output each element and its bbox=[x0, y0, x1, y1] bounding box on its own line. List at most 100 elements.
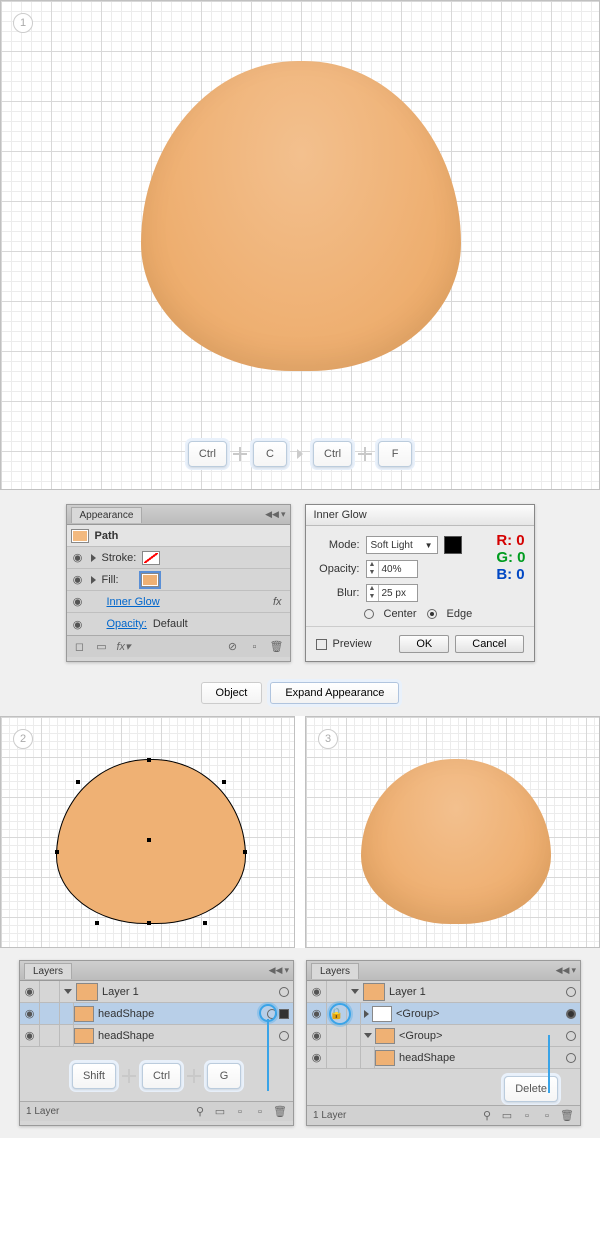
visibility-icon[interactable]: ◉ bbox=[307, 1047, 327, 1068]
inner-glow-title: Inner Glow bbox=[306, 505, 534, 526]
visibility-icon[interactable]: ◉ bbox=[71, 618, 85, 631]
layer-thumb[interactable] bbox=[372, 1006, 392, 1022]
radio-edge[interactable] bbox=[427, 609, 437, 619]
appearance-tab[interactable]: Appearance bbox=[71, 507, 143, 523]
fx-menu-icon[interactable]: fx▾ bbox=[117, 640, 131, 654]
visibility-icon[interactable]: ◉ bbox=[307, 981, 327, 1002]
target-icon[interactable] bbox=[279, 987, 289, 997]
key-ctrl: Ctrl bbox=[188, 441, 227, 467]
glow-color-swatch[interactable] bbox=[444, 536, 462, 554]
inner-glow-effect-link[interactable]: Inner Glow bbox=[107, 596, 160, 608]
target-icon[interactable] bbox=[566, 1053, 576, 1063]
layer-name[interactable]: headShape bbox=[395, 1052, 455, 1064]
panel-collapse-icon[interactable]: ◀◀▾ bbox=[269, 965, 289, 976]
panel-collapse-icon[interactable]: ◀◀▾ bbox=[556, 965, 576, 976]
expand-icon[interactable] bbox=[364, 1010, 369, 1018]
key-ctrl: Ctrl bbox=[142, 1063, 181, 1089]
layer-name[interactable]: Layer 1 bbox=[98, 986, 139, 998]
layer-thumb[interactable] bbox=[363, 983, 385, 1001]
head-shape-filled bbox=[361, 759, 551, 924]
trash-icon[interactable]: 🗑 bbox=[560, 1109, 574, 1123]
visibility-icon[interactable]: ◉ bbox=[71, 551, 85, 564]
target-icon[interactable] bbox=[566, 1031, 576, 1041]
fx-icon: fx bbox=[273, 596, 286, 608]
layer-name[interactable]: <Group> bbox=[395, 1030, 442, 1042]
path-swatch[interactable] bbox=[71, 529, 89, 543]
layer-name[interactable]: Layer 1 bbox=[385, 986, 426, 998]
blur-spinner[interactable]: ▲▼25 px bbox=[366, 584, 418, 602]
visibility-icon[interactable]: ◉ bbox=[71, 573, 85, 586]
expand-icon[interactable] bbox=[91, 554, 96, 562]
opacity-link[interactable]: Opacity: bbox=[107, 618, 147, 630]
layer-thumb[interactable] bbox=[375, 1050, 395, 1066]
opacity-spinner[interactable]: ▲▼40% bbox=[366, 560, 418, 578]
opacity-value: Default bbox=[153, 618, 188, 630]
canvas-step-3: 3 bbox=[305, 716, 600, 948]
locate-icon[interactable]: ⚲ bbox=[480, 1109, 494, 1123]
plus-icon bbox=[122, 1069, 136, 1083]
key-g: G bbox=[207, 1063, 241, 1089]
new-layer-icon[interactable]: ▫ bbox=[540, 1109, 554, 1123]
visibility-icon[interactable]: ◉ bbox=[307, 1025, 327, 1046]
new-icon[interactable]: ▫ bbox=[248, 640, 262, 654]
edge-label: Edge bbox=[447, 608, 473, 620]
plus-icon bbox=[358, 447, 372, 461]
blend-mode-select[interactable]: Soft Light▼ bbox=[366, 536, 438, 554]
head-shape bbox=[141, 61, 461, 371]
layer-name[interactable]: headShape bbox=[94, 1030, 154, 1042]
make-clip-icon[interactable]: ▭ bbox=[500, 1109, 514, 1123]
new-sublayer-icon[interactable]: ▫ bbox=[520, 1109, 534, 1123]
menu-object[interactable]: Object bbox=[201, 682, 263, 704]
layer-thumb[interactable] bbox=[375, 1028, 395, 1044]
visibility-icon[interactable]: ◉ bbox=[20, 1025, 40, 1046]
inner-glow-dialog: Inner Glow R: 0 G: 0 B: 0 Mode: Soft Lig… bbox=[305, 504, 535, 662]
target-icon[interactable] bbox=[279, 1031, 289, 1041]
step-badge-1: 1 bbox=[13, 13, 33, 33]
stroke-box-icon[interactable]: ▭ bbox=[95, 640, 109, 654]
visibility-icon[interactable]: ◉ bbox=[307, 1003, 327, 1024]
ok-button[interactable]: OK bbox=[399, 635, 449, 653]
clear-icon[interactable]: ⊘ bbox=[226, 640, 240, 654]
visibility-icon[interactable]: ◉ bbox=[71, 595, 85, 608]
preview-checkbox[interactable] bbox=[316, 639, 327, 650]
layer-count: 1 Layer bbox=[313, 1110, 346, 1121]
panel-collapse-icon[interactable]: ◀◀▾ bbox=[265, 509, 285, 520]
no-sel-icon[interactable]: ◻ bbox=[73, 640, 87, 654]
target-meatball-icon[interactable] bbox=[566, 1009, 576, 1019]
blur-label: Blur: bbox=[316, 587, 360, 599]
canvas-step-2: 2 bbox=[0, 716, 295, 948]
lock-icon[interactable] bbox=[40, 981, 60, 1002]
layer-thumb[interactable] bbox=[74, 1006, 94, 1022]
trash-icon[interactable]: 🗑 bbox=[270, 640, 284, 654]
new-layer-icon[interactable]: ▫ bbox=[253, 1105, 267, 1119]
key-shift: Shift bbox=[72, 1063, 116, 1089]
layer-name[interactable]: headShape bbox=[94, 1008, 154, 1020]
expand-icon[interactable] bbox=[64, 989, 72, 994]
appearance-body: Path ◉ Stroke: ◉ Fill: ◉ bbox=[67, 525, 290, 635]
trash-icon[interactable]: 🗑 bbox=[273, 1105, 287, 1119]
make-clip-icon[interactable]: ▭ bbox=[213, 1105, 227, 1119]
layer-thumb[interactable] bbox=[74, 1028, 94, 1044]
layers-tab[interactable]: Layers bbox=[311, 963, 359, 979]
selection-icon[interactable] bbox=[279, 1009, 289, 1019]
expand-icon[interactable] bbox=[91, 576, 96, 584]
head-shape-path[interactable] bbox=[56, 759, 246, 924]
fill-swatch[interactable] bbox=[141, 573, 159, 587]
expand-icon[interactable] bbox=[364, 1033, 372, 1038]
layers-tab[interactable]: Layers bbox=[24, 963, 72, 979]
expand-icon[interactable] bbox=[351, 989, 359, 994]
menu-expand-appearance[interactable]: Expand Appearance bbox=[270, 682, 399, 704]
locate-icon[interactable]: ⚲ bbox=[193, 1105, 207, 1119]
shortcut-row-1: Ctrl C Ctrl F bbox=[1, 441, 599, 467]
layer-thumb[interactable] bbox=[76, 983, 98, 1001]
visibility-icon[interactable]: ◉ bbox=[20, 1003, 40, 1024]
stroke-swatch-none[interactable] bbox=[142, 551, 160, 565]
mode-label: Mode: bbox=[316, 539, 360, 551]
key-c: C bbox=[253, 441, 287, 467]
visibility-icon[interactable]: ◉ bbox=[20, 981, 40, 1002]
cancel-button[interactable]: Cancel bbox=[455, 635, 523, 653]
radio-center[interactable] bbox=[364, 609, 374, 619]
new-sublayer-icon[interactable]: ▫ bbox=[233, 1105, 247, 1119]
target-icon[interactable] bbox=[566, 987, 576, 997]
layer-name[interactable]: <Group> bbox=[392, 1008, 439, 1020]
